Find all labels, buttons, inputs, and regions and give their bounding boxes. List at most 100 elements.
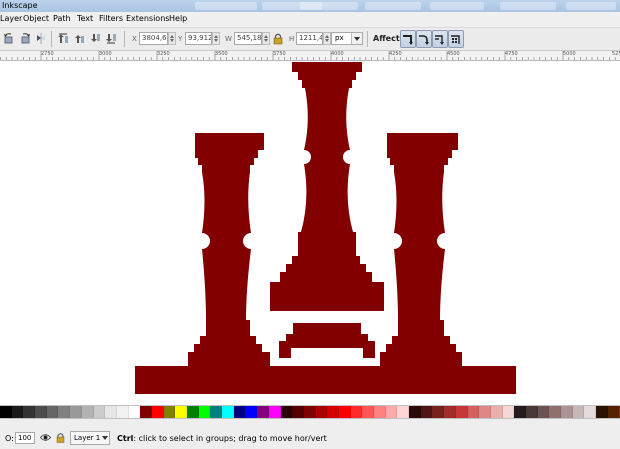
color-swatch[interactable] bbox=[70, 406, 82, 418]
color-swatch[interactable] bbox=[257, 406, 269, 418]
center-pillar[interactable] bbox=[270, 62, 384, 311]
color-swatch[interactable] bbox=[280, 406, 293, 418]
color-swatch[interactable] bbox=[432, 406, 445, 418]
color-swatch[interactable] bbox=[420, 406, 433, 418]
color-swatch[interactable] bbox=[0, 406, 12, 418]
color-swatch[interactable] bbox=[397, 406, 410, 418]
menu-help[interactable]: Help bbox=[169, 14, 187, 23]
menu-text[interactable]: Text bbox=[77, 14, 93, 23]
color-swatch[interactable] bbox=[338, 406, 351, 418]
flip-horizontal-icon[interactable] bbox=[35, 32, 47, 45]
eye-icon[interactable] bbox=[40, 432, 51, 443]
color-swatch[interactable] bbox=[444, 406, 456, 418]
scale-corners-toggle[interactable] bbox=[416, 30, 432, 48]
toolbar-separator bbox=[51, 31, 52, 47]
color-swatch[interactable] bbox=[245, 406, 258, 418]
color-swatch[interactable] bbox=[46, 406, 59, 418]
color-swatch[interactable] bbox=[187, 406, 199, 418]
color-swatch[interactable] bbox=[502, 406, 515, 418]
ruler-label: 5250 bbox=[612, 51, 620, 57]
color-swatch[interactable] bbox=[327, 406, 339, 418]
color-swatch[interactable] bbox=[315, 406, 328, 418]
color-swatch[interactable] bbox=[128, 406, 141, 418]
title-bar-blur bbox=[500, 2, 556, 10]
color-swatch[interactable] bbox=[467, 406, 480, 418]
opacity-label: O: bbox=[5, 434, 14, 443]
color-swatch[interactable] bbox=[596, 406, 608, 418]
color-swatch[interactable] bbox=[222, 406, 234, 418]
color-swatch[interactable] bbox=[105, 406, 117, 418]
ruler-label: 5000 bbox=[563, 51, 576, 57]
color-swatch[interactable] bbox=[584, 406, 597, 418]
drawing-canvas[interactable] bbox=[0, 61, 620, 405]
h-field[interactable]: 1211,42 bbox=[296, 32, 323, 45]
color-swatch[interactable] bbox=[350, 406, 363, 418]
color-swatch[interactable] bbox=[374, 406, 386, 418]
color-swatch[interactable] bbox=[607, 406, 620, 418]
horizontal-ruler[interactable]: 2750 3000 3250 3500 3750 4000 4250 4500 … bbox=[0, 51, 620, 61]
lower-to-bottom-icon[interactable] bbox=[105, 32, 117, 45]
color-swatch[interactable] bbox=[93, 406, 106, 418]
color-swatch[interactable] bbox=[525, 406, 538, 418]
pillars-drawing[interactable] bbox=[0, 61, 620, 405]
y-spinner[interactable] bbox=[212, 32, 220, 45]
layer-select[interactable]: Layer 1 bbox=[70, 431, 110, 445]
unit-select[interactable]: px bbox=[331, 32, 363, 45]
color-swatch[interactable] bbox=[140, 406, 152, 418]
color-swatch[interactable] bbox=[268, 406, 281, 418]
lower-icon[interactable] bbox=[89, 32, 101, 45]
color-swatch[interactable] bbox=[385, 406, 398, 418]
color-swatch[interactable] bbox=[116, 406, 129, 418]
base-slab[interactable] bbox=[135, 366, 516, 394]
y-field[interactable]: 93,912 bbox=[185, 32, 212, 45]
color-swatch[interactable] bbox=[572, 406, 585, 418]
rotate-ccw-icon[interactable] bbox=[3, 32, 15, 45]
color-swatch[interactable] bbox=[362, 406, 374, 418]
color-swatch[interactable] bbox=[163, 406, 176, 418]
raise-to-top-icon[interactable] bbox=[57, 32, 69, 45]
color-swatch[interactable] bbox=[233, 406, 246, 418]
rotate-cw-icon[interactable] bbox=[19, 32, 31, 45]
w-spinner[interactable] bbox=[262, 32, 270, 45]
color-swatch[interactable] bbox=[479, 406, 491, 418]
menu-path[interactable]: Path bbox=[53, 14, 71, 23]
color-swatch[interactable] bbox=[549, 406, 561, 418]
menu-filters[interactable]: Filters bbox=[99, 14, 123, 23]
color-swatch[interactable] bbox=[175, 406, 187, 418]
ruler-label: 3000 bbox=[99, 51, 112, 57]
color-swatch[interactable] bbox=[561, 406, 573, 418]
x-spinner[interactable] bbox=[168, 32, 176, 45]
w-field[interactable]: 545,185 bbox=[234, 32, 262, 45]
color-swatch[interactable] bbox=[455, 406, 468, 418]
center-stool[interactable] bbox=[279, 323, 375, 358]
color-swatch[interactable] bbox=[514, 406, 526, 418]
scale-stroke-toggle[interactable] bbox=[400, 30, 416, 48]
color-swatch[interactable] bbox=[490, 406, 503, 418]
lock-icon[interactable] bbox=[272, 32, 284, 45]
color-swatch[interactable] bbox=[409, 406, 421, 418]
color-swatch[interactable] bbox=[58, 406, 71, 418]
right-pillar[interactable] bbox=[380, 133, 462, 366]
color-swatch[interactable] bbox=[198, 406, 211, 418]
menu-extensions[interactable]: Extensions bbox=[126, 14, 169, 23]
opacity-field[interactable]: 100 bbox=[15, 432, 35, 444]
color-swatch[interactable] bbox=[23, 406, 36, 418]
color-swatch[interactable] bbox=[81, 406, 94, 418]
x-field[interactable]: 3804,67 bbox=[139, 32, 168, 45]
raise-icon[interactable] bbox=[73, 32, 85, 45]
lock-icon[interactable] bbox=[55, 432, 66, 443]
menu-layer[interactable]: Layer bbox=[0, 14, 22, 23]
color-swatch[interactable] bbox=[292, 406, 304, 418]
menu-object[interactable]: Object bbox=[23, 14, 49, 23]
move-patterns-icon bbox=[451, 35, 460, 44]
color-swatch[interactable] bbox=[210, 406, 223, 418]
move-patterns-toggle[interactable] bbox=[448, 30, 464, 48]
h-spinner[interactable] bbox=[323, 32, 331, 45]
left-pillar[interactable] bbox=[188, 133, 270, 366]
color-swatch[interactable] bbox=[537, 406, 550, 418]
color-swatch[interactable] bbox=[35, 406, 47, 418]
move-gradients-toggle[interactable] bbox=[432, 30, 448, 48]
color-swatch[interactable] bbox=[303, 406, 316, 418]
color-swatch[interactable] bbox=[11, 406, 24, 418]
color-swatch[interactable] bbox=[151, 406, 164, 418]
